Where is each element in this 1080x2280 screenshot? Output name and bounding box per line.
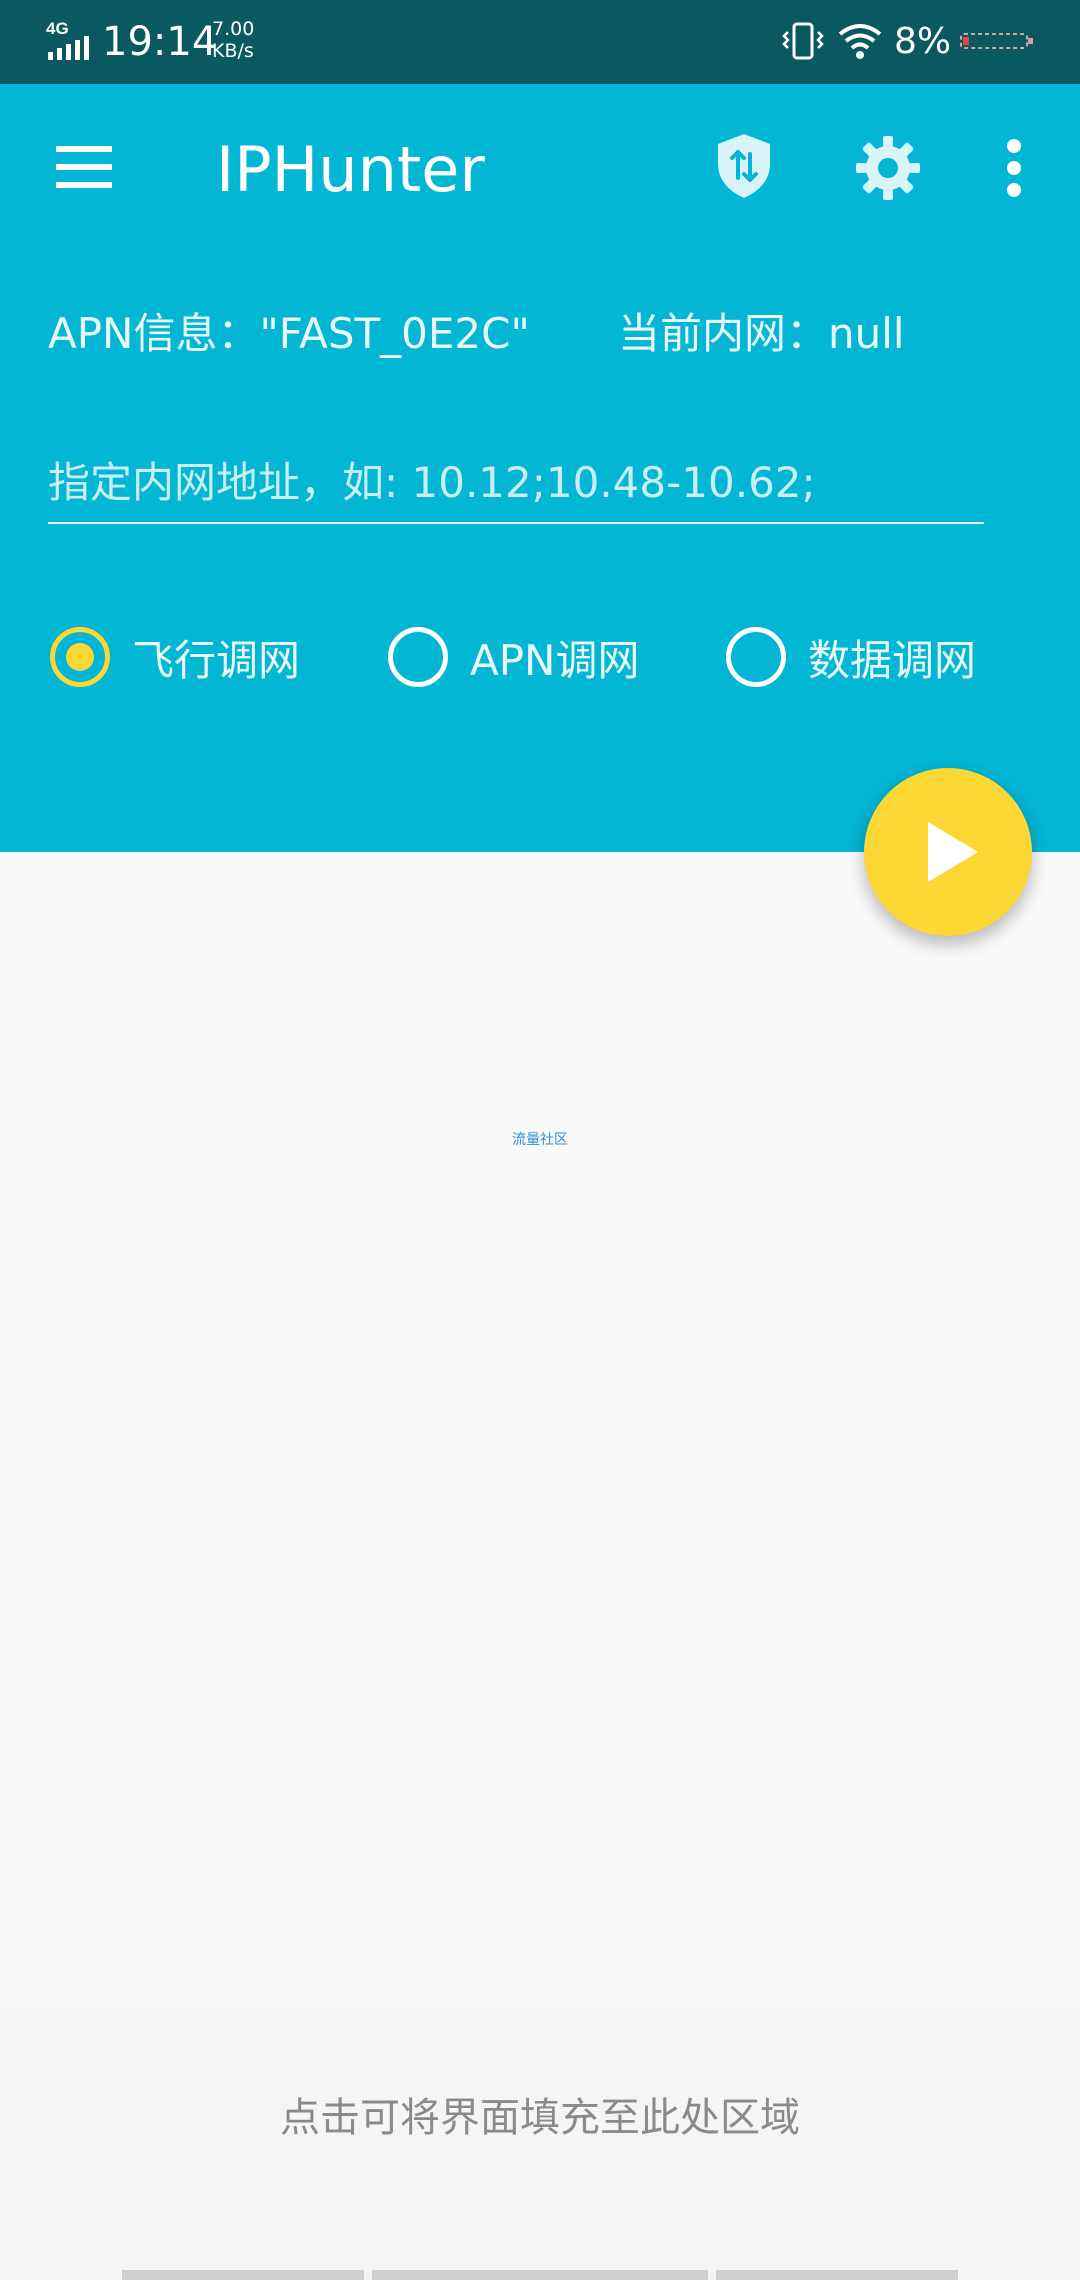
signal-icon: 4G: [46, 19, 89, 60]
network-type-label: 4G: [46, 19, 69, 38]
app-title: IPHunter: [216, 133, 485, 206]
apn-info: APN信息："FAST_0E2C": [48, 309, 530, 358]
radio-label: APN调网: [470, 635, 640, 685]
intranet-range-input[interactable]: [48, 442, 984, 524]
current-intranet-info: 当前内网：null: [618, 309, 905, 358]
play-icon: [928, 822, 978, 882]
network-speed: 7.00 KB/s: [212, 18, 254, 62]
battery-icon: [960, 33, 1033, 49]
bottom-divider: [372, 2270, 708, 2280]
status-bar: 4G 19:14 7.00 KB/s 8%: [0, 0, 1080, 84]
radio-unchecked-icon: [726, 627, 786, 687]
community-link[interactable]: 流量社区: [0, 1128, 1080, 1152]
battery-percent: 8%: [894, 21, 952, 62]
network-speed-unit: KB/s: [212, 40, 254, 62]
fill-area[interactable]: 点击可将界面填充至此处区域: [0, 2008, 1080, 2280]
radio-airplane-mode[interactable]: 飞行调网: [50, 622, 300, 692]
app-header: IPHunter APN信息："FAST_0E2C" 当前内网：null 飞行调…: [0, 84, 1080, 852]
wifi-icon: [838, 24, 882, 59]
radio-checked-icon: [50, 627, 110, 687]
menu-icon[interactable]: [56, 144, 112, 190]
radio-label: 飞行调网: [132, 635, 301, 685]
more-icon[interactable]: [1004, 138, 1024, 198]
radio-unchecked-icon: [388, 627, 448, 687]
bottom-divider: [716, 2270, 958, 2280]
clock: 19:14: [102, 19, 218, 65]
radio-label: 数据调网: [808, 635, 977, 685]
vibrate-icon: [782, 22, 824, 60]
gear-icon[interactable]: [856, 136, 920, 200]
bottom-divider: [122, 2270, 364, 2280]
radio-apn-mode[interactable]: APN调网: [388, 622, 639, 692]
shield-icon[interactable]: [716, 132, 772, 200]
start-button[interactable]: [864, 768, 1032, 936]
fill-hint: 点击可将界面填充至此处区域: [280, 2095, 800, 2141]
network-speed-value: 7.00: [212, 18, 255, 40]
radio-data-mode[interactable]: 数据调网: [726, 622, 976, 692]
